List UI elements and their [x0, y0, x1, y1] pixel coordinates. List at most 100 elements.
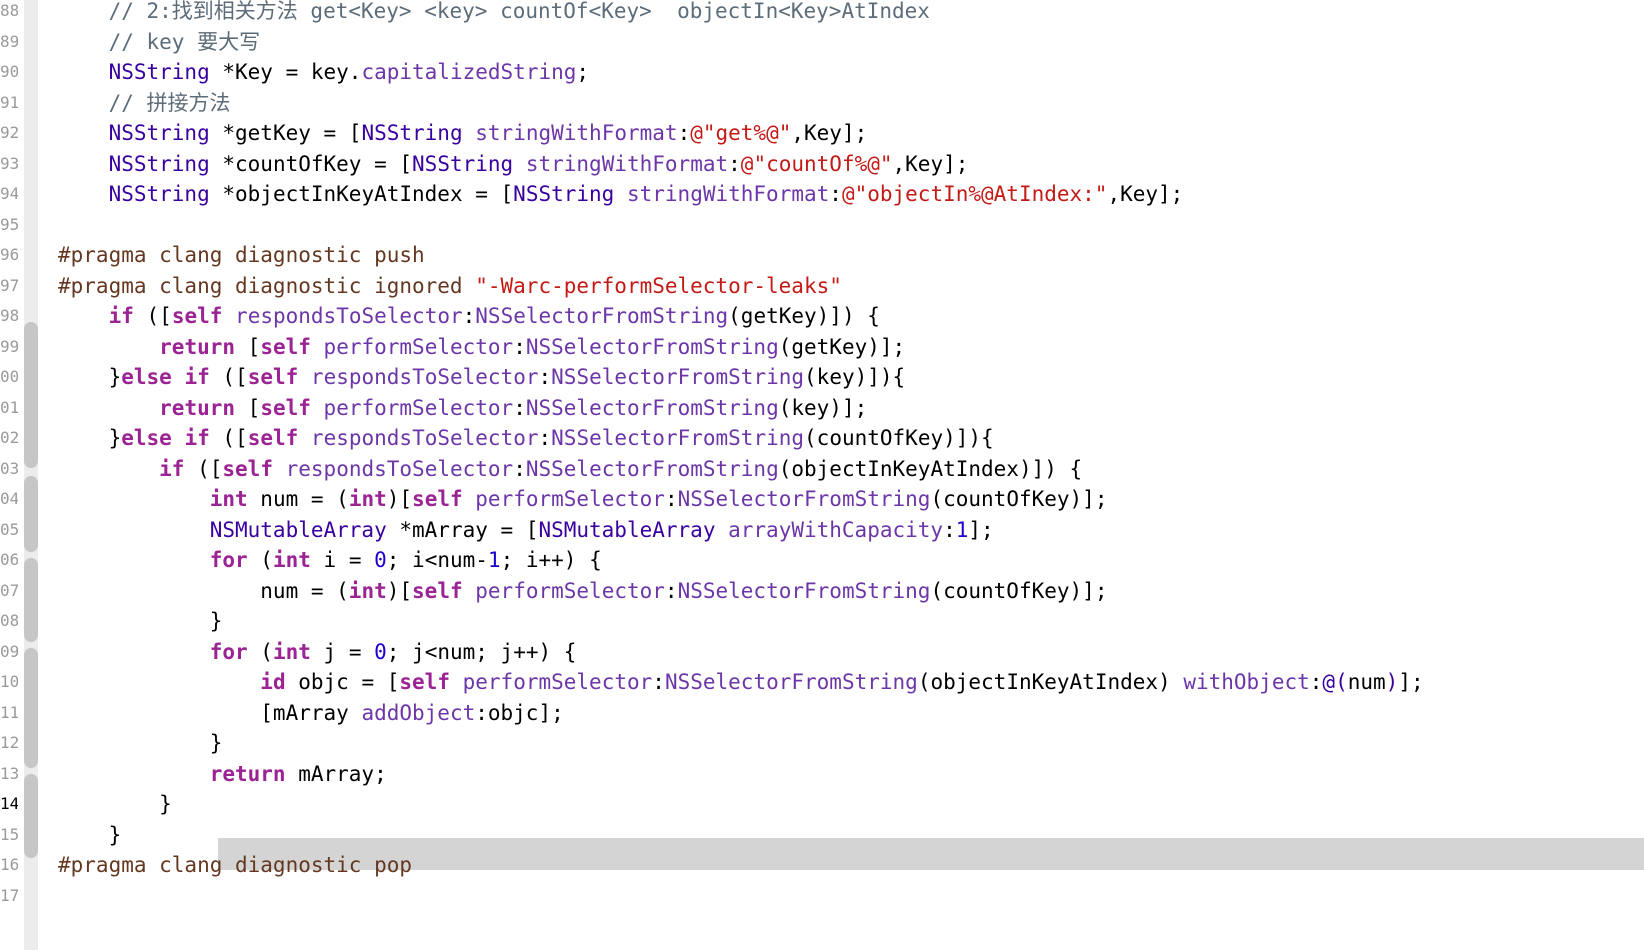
code-line[interactable]: id objc = [self performSelector:NSSelect… — [58, 666, 1423, 698]
code-token: )[ — [386, 487, 413, 511]
code-token: arrayWithCapacity — [728, 517, 944, 542]
code-token: performSelector — [475, 487, 665, 511]
code-line[interactable]: } — [58, 788, 172, 820]
code-token: int — [209, 487, 248, 511]
line-number: 88 — [0, 1, 18, 20]
code-token: self — [222, 456, 273, 481]
code-token: return — [159, 395, 236, 420]
code-token: : — [1309, 670, 1323, 694]
code-token: #pragma clang diagnostic push — [58, 243, 425, 267]
code-line[interactable]: }else if ([self respondsToSelector:NSSel… — [58, 361, 906, 393]
code-token: : — [728, 151, 741, 176]
code-line[interactable]: NSString *getKey = [NSString stringWithF… — [58, 117, 868, 149]
code-token: : — [462, 304, 476, 328]
code-token: NSString — [108, 121, 210, 145]
code-fold-ribbon[interactable] — [24, 774, 38, 858]
code-token: int — [272, 548, 311, 572]
code-line[interactable]: [mArray addObject:objc]; — [58, 697, 563, 729]
code-token: self — [171, 304, 223, 328]
code-line[interactable]: int num = (int)[self performSelector:NSS… — [58, 483, 1108, 515]
code-token: NSMutableArray — [538, 517, 716, 542]
code-text-area[interactable]: // 2:找到相关方法 get<Key> <key> countOf<Key> … — [38, 0, 1644, 950]
code-token: (objectInKeyAtIndex) — [917, 670, 1184, 694]
line-number: 98 — [0, 306, 18, 325]
code-token: self — [412, 487, 463, 511]
line-number: 89 — [0, 31, 18, 51]
code-token: 1 — [487, 548, 501, 572]
code-token: ; j<num; j++) { — [386, 639, 577, 664]
code-token: NSMutableArray — [209, 517, 387, 542]
code-fold-ribbon[interactable] — [24, 558, 38, 642]
code-line[interactable]: }else if ([self respondsToSelector:NSSel… — [58, 422, 994, 454]
code-token: id — [260, 670, 286, 694]
current-line-highlight — [218, 838, 1644, 870]
code-token: if — [184, 365, 210, 389]
code-line[interactable]: NSString *objectInKeyAtIndex = [NSString… — [58, 178, 1184, 210]
code-token: ; i++) { — [500, 548, 602, 572]
line-number: 03 — [0, 458, 18, 478]
code-line[interactable]: for (int i = 0; i<num-1; i++) { — [58, 544, 602, 576]
code-token: (countOfKey)]){ — [804, 426, 994, 450]
code-line[interactable]: // 2:找到相关方法 get<Key> <key> countOf<Key> … — [58, 0, 930, 27]
code-line[interactable]: NSString *countOfKey = [NSString stringW… — [58, 148, 969, 180]
code-token: : — [538, 365, 552, 389]
code-line[interactable]: for (int j = 0; j<num; j++) { — [58, 636, 577, 668]
code-line[interactable]: #pragma clang diagnostic push — [58, 239, 425, 271]
code-line[interactable]: return [self performSelector:NSSelectorF… — [58, 331, 905, 363]
line-number: 07 — [0, 580, 18, 600]
code-line[interactable]: #pragma clang diagnostic ignored "-Warc-… — [58, 270, 842, 302]
code-line[interactable]: #pragma clang diagnostic pop — [58, 849, 412, 881]
code-token: NSSelectorFromString — [677, 487, 931, 511]
code-token: ,Key]; — [892, 151, 969, 176]
code-token: for — [209, 639, 248, 664]
code-token: : — [664, 487, 678, 511]
code-token: performSelector — [323, 334, 514, 359]
code-line[interactable]: NSString *Key = key.capitalizedString; — [58, 56, 589, 88]
code-token: NSSelectorFromString — [525, 334, 779, 359]
code-line[interactable]: return mArray; — [58, 758, 387, 790]
code-line[interactable]: if ([self respondsToSelector:NSSelectorF… — [58, 453, 1082, 485]
code-token: ( — [247, 639, 273, 664]
code-token: mArray; — [285, 761, 387, 786]
code-token: NSSelectorFromString — [664, 670, 918, 694]
code-line[interactable]: if ([self respondsToSelector:NSSelectorF… — [58, 300, 880, 332]
line-number: 94 — [0, 184, 18, 203]
code-fold-ribbon[interactable] — [24, 476, 38, 552]
code-fold-ribbon[interactable] — [24, 648, 38, 768]
code-token: num = ( — [247, 487, 349, 511]
code-token: NSString — [513, 182, 615, 206]
code-token: int — [348, 578, 387, 603]
line-number: 13 — [0, 763, 18, 783]
code-line[interactable]: } — [58, 727, 223, 759]
code-token: stringWithFormat — [525, 151, 729, 176]
line-number-gutter: 88 89 90 91 92 93 94 95 96 97 98 99 00 01 02 03 04 05 06 07… — [0, 0, 38, 950]
line-number: 92 — [0, 123, 18, 142]
code-fold-ribbon[interactable] — [24, 322, 38, 468]
code-token: addObject — [361, 700, 476, 725]
code-line[interactable]: num = (int)[self performSelector:NSSelec… — [58, 575, 1107, 607]
code-token: : — [538, 426, 552, 450]
code-token: stringWithFormat — [475, 121, 678, 145]
code-token: if — [108, 304, 134, 328]
code-editor[interactable]: 88 89 90 91 92 93 94 95 96 97 98 99 00 01 02 03 04 05 06 07… — [0, 0, 1644, 950]
code-line[interactable]: } — [58, 819, 122, 851]
code-token: } — [58, 609, 223, 633]
code-token: performSelector — [323, 395, 514, 420]
code-token: @"objectIn%@AtIndex:" — [841, 182, 1108, 206]
code-line[interactable]: NSMutableArray *mArray = [NSMutableArray… — [58, 514, 994, 546]
code-token: // key 要大写 — [58, 29, 261, 54]
code-line[interactable]: // key 要大写 — [58, 26, 261, 58]
line-number: 91 — [0, 92, 18, 112]
code-token: (countOfKey)]; — [930, 578, 1108, 603]
code-line[interactable]: return [self performSelector:NSSelectorF… — [58, 392, 867, 424]
code-token: : — [513, 456, 526, 481]
code-line[interactable]: // 拼接方法 — [58, 87, 231, 119]
code-line[interactable]: } — [58, 605, 223, 637]
